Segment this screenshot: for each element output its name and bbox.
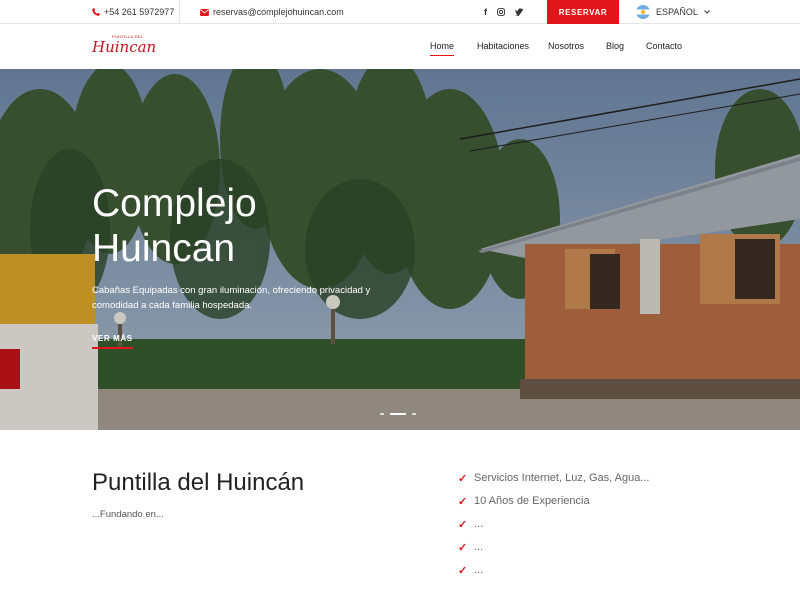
feature-text: ...: [474, 518, 484, 530]
topbar-divider: [179, 0, 180, 24]
ver-mas-link[interactable]: VER MÁS: [92, 334, 133, 349]
slider-dot-2[interactable]: [390, 413, 406, 415]
top-bar: +54 261 5972977 reservas@complejohuincan…: [0, 0, 800, 24]
section-title: Puntilla del Huincán: [92, 469, 305, 496]
twitter-icon[interactable]: [515, 8, 524, 16]
feature-list: ✓ Servicios Internet, Luz, Gas, Agua... ✓…: [458, 472, 649, 587]
logo-text: Huincan: [92, 38, 157, 56]
language-label: ESPAÑOL: [656, 7, 698, 17]
site-logo[interactable]: PUNTILLA DEL Huincan: [92, 34, 160, 58]
list-item: ✓...: [458, 564, 649, 587]
nav-item-habitaciones[interactable]: Habitaciones: [477, 41, 529, 51]
hero-slider: Complejo Huincan Cabañas Equipadas con g…: [0, 69, 800, 430]
check-icon: ✓: [458, 473, 468, 485]
list-item: ✓...: [458, 518, 649, 541]
list-item: ✓ 10 Años de Experiencia: [458, 495, 649, 518]
phone-icon: [92, 8, 100, 16]
social-links: f: [484, 0, 524, 24]
hero-subtitle: Cabañas Equipadas con gran iluminación, …: [92, 285, 371, 311]
hero-title-line-2: Huincan: [92, 227, 236, 270]
main-navbar: PUNTILLA DEL Huincan Home Habitaciones N…: [0, 24, 800, 69]
instagram-icon[interactable]: [497, 8, 505, 16]
language-selector[interactable]: ESPAÑOL: [636, 0, 710, 24]
feature-text: ...: [474, 541, 484, 553]
reserve-button[interactable]: RESERVAR: [547, 0, 619, 24]
nav-item-nosotros[interactable]: Nosotros: [548, 41, 584, 51]
list-item: ✓...: [458, 541, 649, 564]
feature-text: ...: [474, 564, 484, 576]
nav-item-contacto[interactable]: Contacto: [646, 41, 682, 51]
nav-item-blog[interactable]: Blog: [606, 41, 624, 51]
check-icon: ✓: [458, 519, 468, 531]
feature-text: Servicios Internet, Luz, Gas, Agua...: [474, 472, 650, 484]
check-icon: ✓: [458, 496, 468, 508]
phone-number: +54 261 5972977: [104, 7, 175, 17]
argentina-flag-icon: [636, 5, 650, 19]
hero-title: Complejo Huincan: [92, 181, 392, 271]
nav-item-home[interactable]: Home: [430, 41, 455, 56]
section-subtitle: ...Fundando en...: [92, 509, 164, 520]
hero-title-line-1: Complejo: [92, 182, 257, 225]
envelope-icon: [200, 8, 209, 16]
chevron-down-icon: [704, 10, 710, 14]
list-item: ✓ Servicios Internet, Luz, Gas, Agua...: [458, 472, 649, 495]
slider-dot-1[interactable]: [380, 413, 384, 415]
slider-dots: [380, 413, 416, 415]
email-contact[interactable]: reservas@complejohuincan.com: [200, 0, 344, 24]
email-address: reservas@complejohuincan.com: [213, 7, 344, 17]
slider-dot-3[interactable]: [412, 413, 416, 415]
facebook-icon[interactable]: f: [484, 7, 487, 17]
phone-contact[interactable]: +54 261 5972977: [92, 0, 174, 24]
check-icon: ✓: [458, 542, 468, 554]
feature-text: 10 Años de Experiencia: [474, 495, 590, 507]
check-icon: ✓: [458, 565, 468, 577]
